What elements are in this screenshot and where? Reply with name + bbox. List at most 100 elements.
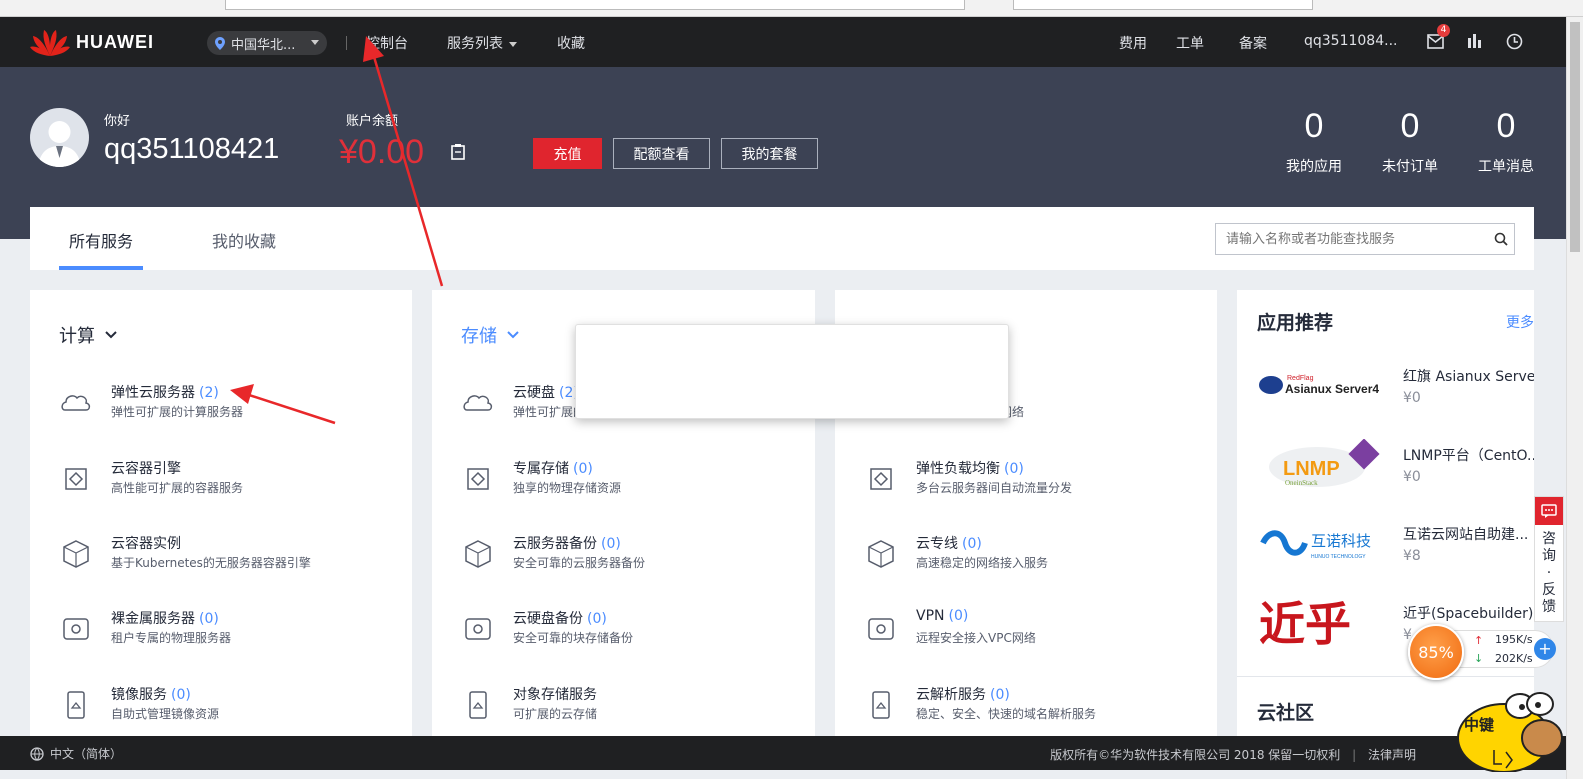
service-search xyxy=(1215,223,1515,255)
service-item[interactable]: 弹性负载均衡 (0) 多台云服务器间自动流量分发 xyxy=(864,458,1204,500)
clock-icon[interactable] xyxy=(1506,33,1523,50)
service-count: (0) xyxy=(990,687,1010,703)
stat-number: 0 xyxy=(1496,107,1516,145)
service-item[interactable]: 云专线 (0) 高速稳定的网络接入服务 xyxy=(864,533,1204,575)
consult-char: 反 xyxy=(1542,582,1556,598)
chevron-down-icon xyxy=(507,331,519,339)
app-item[interactable]: LNMP OneinStack LNMP平台（CentO... ¥0 xyxy=(1257,439,1534,503)
app-thumbnail: LNMP OneinStack xyxy=(1257,439,1385,489)
category-header[interactable]: 存储 xyxy=(461,322,519,348)
plus-icon[interactable]: + xyxy=(1534,638,1556,660)
recharge-button[interactable]: 充值 xyxy=(533,138,602,169)
service-description: 基于Kubernetes的无服务器容器引擎 xyxy=(111,556,311,570)
service-count: (0) xyxy=(573,461,593,477)
service-description: 独享的物理存储资源 xyxy=(513,481,622,495)
huawei-flower-icon xyxy=(30,30,70,56)
thumb-small-text: OneinStack xyxy=(1285,479,1318,487)
chevron-down-icon xyxy=(311,40,319,45)
app-price: ¥0 xyxy=(1403,390,1421,406)
service-item[interactable]: 弹性云服务器 (2) 弹性可扩展的计算服务器 xyxy=(59,382,399,424)
region-selector[interactable]: 中国华北... xyxy=(207,31,327,55)
service-item[interactable]: 专属存储 (0) 独享的物理存储资源 xyxy=(461,458,801,500)
service-item[interactable]: VPN (0) 远程安全接入VPC网络 xyxy=(864,608,1204,650)
category-header[interactable]: 计算 xyxy=(59,322,117,348)
service-description: 高性能可扩展的容器服务 xyxy=(111,481,244,495)
nav-filing[interactable]: 备案 xyxy=(1239,33,1267,53)
service-category-0: 计算 弹性云服务器 (2) 弹性可扩展的计算服务器 云容器引擎 高性能可扩展的容器服务 云容… xyxy=(30,290,412,736)
nav-tickets[interactable]: 工单 xyxy=(1176,33,1204,53)
quota-button[interactable]: 配额查看 xyxy=(613,138,710,169)
service-name: 弹性负载均衡 (0) xyxy=(916,458,1024,478)
mascot-widget[interactable]: 中键 xyxy=(1456,690,1566,773)
divider xyxy=(1237,676,1534,677)
service-description: 可扩展的云存储 xyxy=(513,707,598,721)
nav-billing[interactable]: 费用 xyxy=(1119,33,1147,53)
clipboard-icon[interactable] xyxy=(451,143,465,160)
service-description: 高速稳定的网络接入服务 xyxy=(916,556,1049,570)
language-selector[interactable]: 中文（简体） xyxy=(30,745,122,762)
app-item[interactable]: RedFlag Asianux Server4 红旗 Asianux Serve… xyxy=(1257,360,1534,424)
service-name: 云容器实例 xyxy=(111,533,185,553)
thumb-small-text: HUNUO TECHNOLOGY xyxy=(1311,554,1366,560)
stat-unpaid-orders[interactable]: 0 未付订单 xyxy=(1370,107,1450,176)
legal-link[interactable]: 法律声明 xyxy=(1368,748,1416,762)
service-item[interactable]: 对象存储服务 可扩展的云存储 xyxy=(461,684,801,726)
service-name-text: 镜像服务 xyxy=(111,687,167,703)
container-engine-icon xyxy=(65,468,87,490)
mascot-text: 中键 xyxy=(1464,716,1494,734)
tab-all-services[interactable]: 所有服务 xyxy=(69,228,133,252)
community-title: 云社区 xyxy=(1257,702,1315,724)
consult-feedback-widget[interactable]: 咨询 · 反馈 xyxy=(1534,496,1564,622)
scrollbar-thumb[interactable] xyxy=(1570,22,1580,252)
logo-text: HUAWEI xyxy=(76,31,154,52)
language-label: 中文（简体） xyxy=(50,747,123,761)
nav-console[interactable]: 控制台 xyxy=(366,33,408,53)
search-icon[interactable] xyxy=(1494,232,1508,246)
user-avatar-icon xyxy=(38,121,81,167)
browser-search-bar[interactable] xyxy=(1013,0,1313,10)
service-item[interactable]: 裸金属服务器 (0) 租户专属的物理服务器 xyxy=(59,608,399,650)
service-name-text: 裸金属服务器 xyxy=(111,611,195,627)
location-pin-icon xyxy=(215,36,225,50)
service-item[interactable]: 云服务器备份 (0) 安全可靠的云服务器备份 xyxy=(461,533,801,575)
service-name: 云硬盘 (2) xyxy=(513,382,579,402)
service-count: (2) xyxy=(199,385,219,401)
nav-service-list[interactable]: 服务列表 xyxy=(447,33,517,53)
more-link[interactable]: 更多 xyxy=(1506,312,1534,332)
vertical-scrollbar[interactable] xyxy=(1566,17,1583,779)
service-item[interactable]: 云容器实例基于Kubernetes的无服务器容器引擎 xyxy=(59,533,399,575)
service-description: 租户专属的物理服务器 xyxy=(111,631,232,645)
search-input[interactable] xyxy=(1216,224,1476,254)
service-name-text: 云服务器备份 xyxy=(513,536,597,552)
service-name-text: 云容器实例 xyxy=(111,536,181,552)
app-price: ¥8 xyxy=(1403,548,1421,564)
stat-my-apps[interactable]: 0 我的应用 xyxy=(1274,107,1354,176)
service-name-text: 对象存储服务 xyxy=(513,687,597,703)
service-item[interactable]: 云硬盘备份 (0) 安全可靠的块存储备份 xyxy=(461,608,801,650)
thumb-text: Asianux Server4 xyxy=(1285,382,1379,396)
nav-favorites[interactable]: 收藏 xyxy=(557,33,585,53)
service-item[interactable]: 云解析服务 (0) 稳定、安全、快速的域名解析服务 xyxy=(864,684,1204,726)
hunuo-logo-icon: 互诺科技 HUNUO TECHNOLOGY xyxy=(1260,530,1371,560)
huawei-logo[interactable]: HUAWEI xyxy=(30,27,154,57)
service-name-text: 云解析服务 xyxy=(916,687,986,703)
service-name-text: 云硬盘 xyxy=(513,385,555,401)
top-navigation: HUAWEI 中国华北... 控制台 服务列表 收藏 费用 工单 备案 qq35… xyxy=(0,17,1566,67)
service-tabs: 所有服务 我的收藏 xyxy=(30,207,1534,270)
avatar[interactable] xyxy=(30,108,89,167)
active-tab-indicator xyxy=(59,266,143,270)
tab-my-favorites[interactable]: 我的收藏 xyxy=(212,228,276,252)
my-packages-button[interactable]: 我的套餐 xyxy=(721,138,818,169)
app-item[interactable]: 互诺科技 HUNUO TECHNOLOGY 互诺云网站自助建... ¥8 xyxy=(1257,518,1534,582)
chart-icon[interactable] xyxy=(1467,34,1483,49)
service-name: 云解析服务 (0) xyxy=(916,684,1010,704)
service-item[interactable]: 云容器引擎 高性能可扩展的容器服务 xyxy=(59,458,399,500)
nav-account[interactable]: qq3511084... xyxy=(1304,33,1397,49)
memory-usage-ball[interactable]: 85% xyxy=(1408,624,1464,680)
network-speed-widget[interactable]: 85% ↑ 195K/s ↓ 202K/s + xyxy=(1408,624,1558,680)
browser-address-bar[interactable] xyxy=(225,0,965,10)
stat-ticket-messages[interactable]: 0 工单消息 xyxy=(1466,107,1546,176)
thumb-text: LNMP xyxy=(1283,458,1340,480)
service-item[interactable]: 镜像服务 (0) 自助式管理镜像资源 xyxy=(59,684,399,726)
service-name-text: 云专线 xyxy=(916,536,958,552)
